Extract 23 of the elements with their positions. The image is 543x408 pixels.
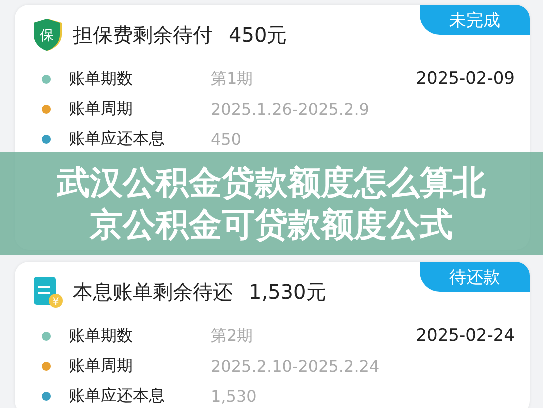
row-value: 1,530 — [211, 386, 258, 406]
due-date: 2025-02-24 — [416, 326, 515, 346]
card-title: 担保费剩余待付 — [73, 22, 213, 48]
row-value: 450 — [211, 130, 243, 148]
card-title: 本息账单剩余待还 — [73, 278, 233, 306]
row-label: 账单期数 — [69, 326, 134, 346]
row-label: 账单应还本息 — [69, 386, 166, 406]
amount: 450元 — [229, 22, 288, 48]
row-value: 第1期 — [211, 68, 254, 90]
row-value: 2025.1.26-2025.2.9 — [211, 100, 370, 118]
status-tag: 待还款 — [420, 262, 530, 292]
row-label: 账单应还本息 — [69, 128, 166, 150]
amount: 1,530元 — [249, 278, 326, 306]
row-value: 2025.2.10-2025.2.24 — [211, 356, 381, 376]
row-label: 账单周期 — [69, 356, 134, 376]
due-date: 2025-02-09 — [416, 69, 515, 89]
row-value: 第2期 — [211, 326, 254, 346]
banner-title: 京公积金可贷款额度公式 — [90, 204, 453, 246]
row-label: 账单周期 — [69, 98, 134, 120]
banner-title: 武汉公积金贷款额度怎么算北 — [57, 162, 486, 204]
status-tag: 未完成 — [420, 5, 530, 35]
row-label: 账单期数 — [69, 68, 134, 90]
shield-icon: 保 — [33, 18, 63, 52]
